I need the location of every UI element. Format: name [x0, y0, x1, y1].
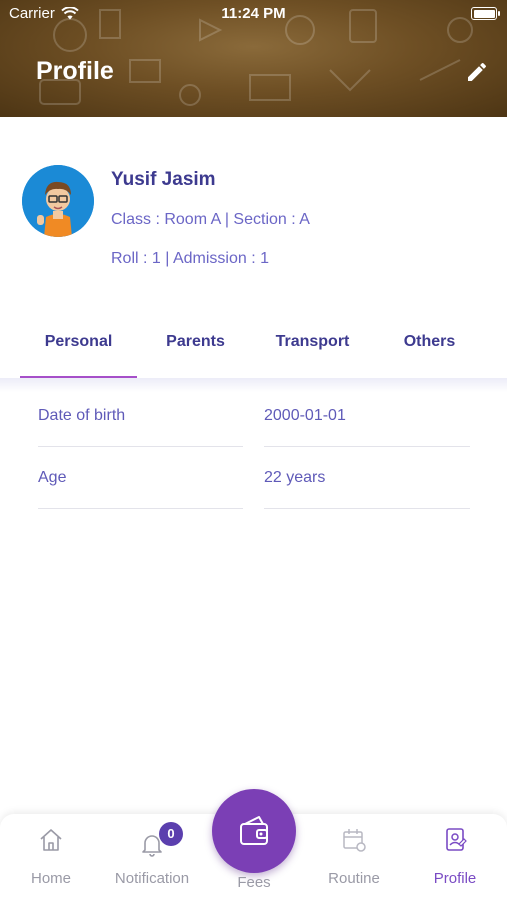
profile-tabs: Personal Parents Transport Others	[20, 318, 488, 378]
pencil-icon	[468, 62, 486, 81]
roll-admission-info: Roll : 1 | Admission : 1	[111, 250, 269, 267]
notification-badge: 0	[159, 822, 183, 846]
class-section-info: Class : Room A | Section : A	[111, 211, 310, 228]
tabs-divider	[0, 378, 507, 392]
nav-routine[interactable]: Routine	[306, 814, 402, 900]
status-bar: Carrier 11:24 PM	[0, 0, 507, 28]
avatar	[22, 165, 94, 237]
detail-value: 2000-01-01	[264, 397, 470, 447]
student-avatar-icon	[22, 165, 94, 237]
tab-personal[interactable]: Personal	[20, 318, 137, 378]
home-icon	[40, 829, 62, 851]
nav-profile[interactable]: Profile	[407, 814, 503, 900]
page-title: Profile	[36, 57, 114, 85]
detail-label: Date of birth	[38, 397, 243, 447]
nav-notification[interactable]: 0 Notification	[104, 814, 200, 900]
nav-home[interactable]: Home	[3, 814, 99, 900]
app-header: Carrier 11:24 PM Profile	[0, 0, 507, 117]
profile-card-icon	[446, 828, 467, 851]
nav-fees-label: Fees	[237, 874, 271, 891]
battery-icon	[471, 7, 500, 20]
detail-row-age: Age 22 years	[38, 459, 470, 521]
tab-parents[interactable]: Parents	[137, 318, 254, 378]
wallet-icon	[240, 816, 268, 845]
tab-others[interactable]: Others	[371, 318, 488, 378]
student-name: Yusif Jasim	[111, 169, 216, 190]
calendar-icon	[343, 829, 366, 852]
nav-home-label: Home	[30, 870, 71, 887]
status-time: 11:24 PM	[221, 5, 286, 22]
detail-label: Age	[38, 459, 243, 509]
nav-routine-label: Routine	[328, 870, 380, 887]
nav-notification-label: Notification	[114, 870, 190, 887]
detail-row-dob: Date of birth 2000-01-01	[38, 397, 470, 459]
edit-profile-button[interactable]	[463, 58, 491, 86]
tab-transport[interactable]: Transport	[254, 318, 371, 378]
detail-value: 22 years	[264, 459, 470, 509]
nav-profile-label: Profile	[433, 870, 477, 887]
fees-button[interactable]	[212, 789, 296, 873]
